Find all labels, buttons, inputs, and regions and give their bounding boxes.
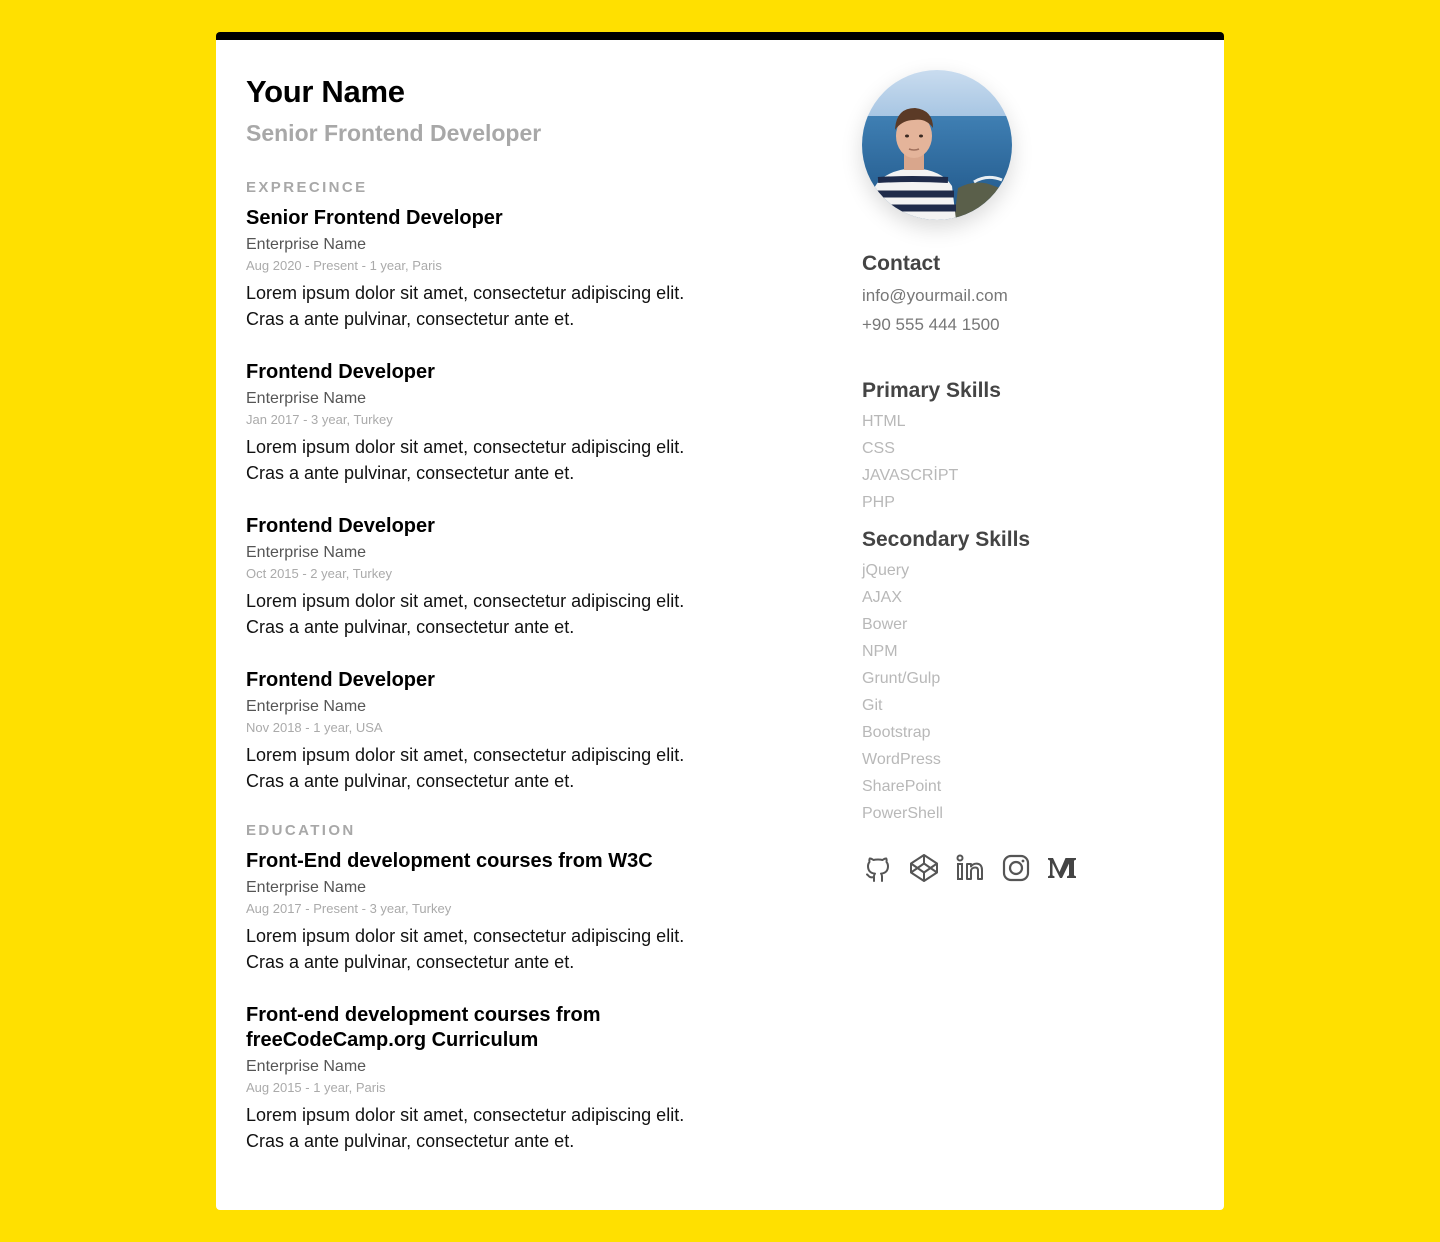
secondary-skill-item: Bootstrap [862,724,931,741]
entry-title: Frontend Developer [246,515,435,537]
social-links [862,852,1092,892]
education-entry: Front-end development courses from freeC… [246,1003,726,1154]
entry-title: Senior Frontend Developer [246,207,503,229]
secondary-skill-item: AJAX [862,589,903,606]
entry-dates: Oct 2015 - 2 year, Turkey [246,566,392,581]
entry-description: Lorem ipsum dolor sit amet, consectetur … [246,591,685,637]
primary-skills-heading: Primary Skills [862,379,1001,402]
medium-link[interactable] [1046,852,1078,884]
entry-dates: Jan 2017 - 3 year, Turkey [246,412,393,427]
secondary-skill-item: jQuery [862,562,910,579]
entry-dates: Aug 2020 - Present - 1 year, Paris [246,258,442,273]
entry-dates: Nov 2018 - 1 year, USA [246,720,383,735]
education-section-label: EDUCATION [246,822,356,839]
entry-title: Frontend Developer [246,669,435,691]
primary-skill-item: PHP [862,494,895,511]
instagram-link[interactable] [1000,852,1032,884]
experience-entry: Frontend Developer Enterprise Name Jan 2… [246,360,726,486]
entry-company: Enterprise Name [246,879,367,896]
person-name: Your Name [246,74,405,109]
contact-heading: Contact [862,252,941,275]
entry-company: Enterprise Name [246,390,367,407]
secondary-skill-item: Grunt/Gulp [862,670,941,687]
entry-title: Frontend Developer [246,361,435,383]
education-entry: Front-End development courses from W3C E… [246,849,726,975]
medium-icon [1048,858,1076,878]
entry-description: Lorem ipsum dolor sit amet, consectetur … [246,1105,685,1151]
entry-description: Lorem ipsum dolor sit amet, consectetur … [246,283,685,329]
experience-entry: Senior Frontend Developer Enterprise Nam… [246,206,726,332]
secondary-skill-item: SharePoint [862,778,942,795]
entry-dates: Aug 2017 - Present - 3 year, Turkey [246,901,452,916]
secondary-skill-item: Git [862,697,883,714]
github-link[interactable] [862,852,894,884]
primary-skill-item: HTML [862,413,906,430]
instagram-icon [1002,854,1030,882]
linkedin-icon [956,854,983,880]
linkedin-link[interactable] [954,852,986,884]
codepen-icon [910,854,938,882]
github-icon [866,857,889,882]
secondary-skill-item: Bower [862,616,908,633]
entry-title: Front-end development courses from freeC… [246,1004,601,1051]
entry-description: Lorem ipsum dolor sit amet, consectetur … [246,926,685,972]
avatar [862,70,1012,220]
secondary-skill-item: NPM [862,643,898,660]
entry-company: Enterprise Name [246,698,367,715]
entry-description: Lorem ipsum dolor sit amet, consectetur … [246,745,685,791]
entry-dates: Aug 2015 - 1 year, Paris [246,1080,386,1095]
resume-card: Your Name Senior Frontend Developer EXPR… [216,32,1224,1210]
entry-company: Enterprise Name [246,544,367,561]
experience-section-label: EXPRECINCE [246,179,368,196]
entry-title: Front-End development courses from W3C [246,850,653,872]
codepen-link[interactable] [908,852,940,884]
avatar-photo [862,70,1012,220]
entry-description: Lorem ipsum dolor sit amet, consectetur … [246,437,685,483]
entry-company: Enterprise Name [246,236,367,253]
contact-email[interactable]: info@yourmail.com [862,286,1008,306]
person-title: Senior Frontend Developer [246,120,542,146]
secondary-skill-item: PowerShell [862,805,943,822]
secondary-skills-heading: Secondary Skills [862,528,1031,551]
experience-entry: Frontend Developer Enterprise Name Oct 2… [246,514,726,640]
primary-skill-item: JAVASCRİPT [862,467,959,484]
contact-phone[interactable]: +90 555 444 1500 [862,315,1000,335]
experience-entry: Frontend Developer Enterprise Name Nov 2… [246,668,726,794]
primary-skill-item: CSS [862,440,895,457]
entry-company: Enterprise Name [246,1058,367,1075]
secondary-skill-item: WordPress [862,751,941,768]
